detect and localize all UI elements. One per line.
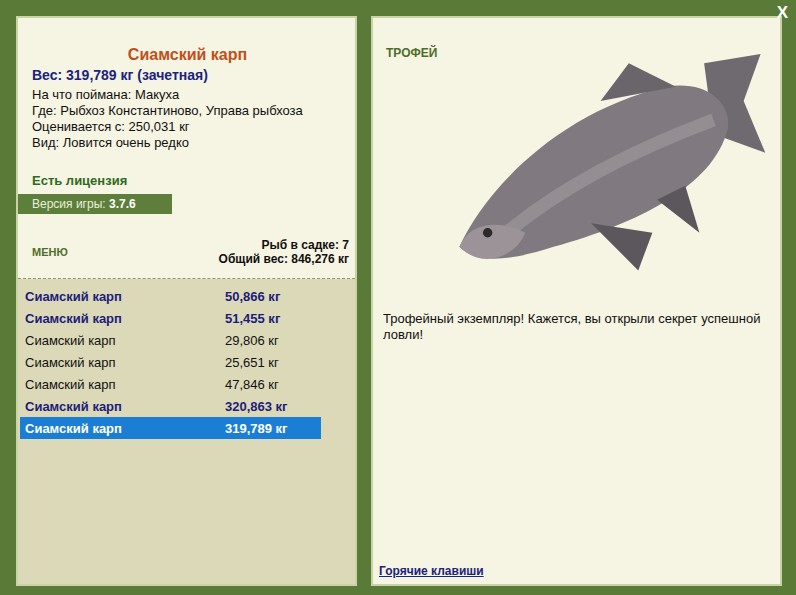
fish-title: Сиамский карп bbox=[32, 46, 343, 64]
catch-row[interactable]: Сиамский карп25,651 кг bbox=[20, 351, 321, 373]
keepnet-summary: Рыб в садке: 7Общий вес: 846,276 кг bbox=[219, 238, 349, 266]
trophy-badge: ТРОФЕЙ bbox=[386, 46, 450, 287]
hotkeys-link[interactable]: Горячие клавиши bbox=[373, 564, 780, 584]
trophy-message: Трофейный экземпляр! Кажется, вы открыли… bbox=[373, 287, 780, 343]
catch-row[interactable]: Сиамский карп47,846 кг bbox=[20, 373, 321, 395]
license-status: Есть лицензия bbox=[32, 173, 343, 188]
fish-weight: Вес: 319,789 кг (зачетная) bbox=[32, 67, 343, 83]
close-button[interactable]: X bbox=[777, 3, 788, 23]
fish-detail: На что поймана: Макуха bbox=[32, 87, 343, 103]
catch-row[interactable]: Сиамский карп29,806 кг bbox=[20, 329, 321, 351]
catch-row[interactable]: Сиамский карп320,863 кг bbox=[20, 395, 321, 417]
catch-row[interactable]: Сиамский карп319,789 кг bbox=[20, 417, 321, 439]
catch-row[interactable]: Сиамский карп50,866 кг bbox=[20, 285, 321, 307]
fish-info-panel: Сиамский карп Вес: 319,789 кг (зачетная) Н… bbox=[16, 16, 357, 586]
fish-detail: Вид: Ловится очень редко bbox=[32, 135, 343, 151]
catch-list: Сиамский карп50,866 кгСиамский карп51,45… bbox=[18, 279, 355, 584]
trophy-panel: ТРОФЕЙТрофейный экземпляр! Кажется, вы о… bbox=[371, 16, 782, 586]
fish-image bbox=[450, 42, 770, 287]
fish-detail: Где: Рыбхоз Константиново, Управа рыбхоз… bbox=[32, 103, 343, 119]
menu-button[interactable]: МЕНЮ bbox=[32, 246, 68, 258]
fish-detail: Оценивается с: 250,031 кг bbox=[32, 119, 343, 135]
version-bar: Версия игры: 3.7.6 bbox=[18, 194, 172, 214]
catch-window: X Сиамский карп Вес: 319,789 кг (зачетная)… bbox=[0, 0, 796, 595]
catch-row[interactable]: Сиамский карп51,455 кг bbox=[20, 307, 321, 329]
